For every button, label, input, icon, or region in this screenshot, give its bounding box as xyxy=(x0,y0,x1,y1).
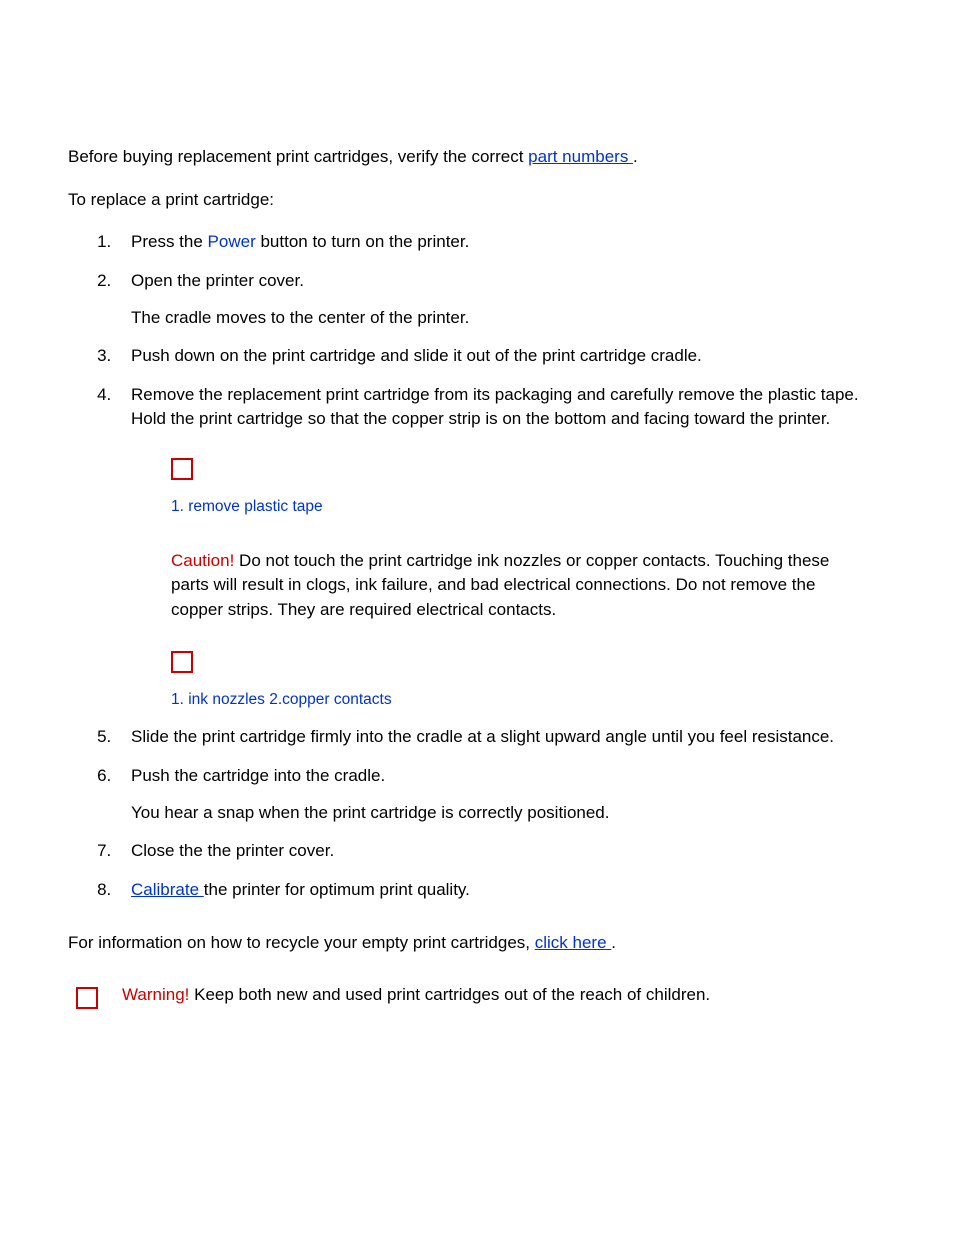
warning-label: Warning! xyxy=(122,985,189,1004)
step-4-text: Remove the replacement print cartridge f… xyxy=(131,385,859,429)
figure-2: 1. ink nozzles 2.copper contacts xyxy=(131,651,886,712)
step-3: Push down on the print cartridge and sli… xyxy=(116,344,886,369)
warning-block: Warning! Keep both new and used print ca… xyxy=(68,983,886,1009)
recycle-pre: For information on how to recycle your e… xyxy=(68,933,535,952)
step-4: Remove the replacement print cartridge f… xyxy=(116,383,886,711)
step-6-sub: You hear a snap when the print cartridge… xyxy=(131,801,886,826)
figure-1-caption: 1. remove plastic tape xyxy=(171,498,323,515)
part-numbers-link[interactable]: part numbers xyxy=(528,147,633,166)
figure-1: 1. remove plastic tape xyxy=(131,458,886,519)
intro-text-before: Before buying replacement print cartridg… xyxy=(68,147,528,166)
step-1-pre: Press the xyxy=(131,232,208,251)
step-6: Push the cartridge into the cradle. You … xyxy=(116,764,886,825)
intro-text-after: . xyxy=(633,147,638,166)
step-1: Press the Power button to turn on the pr… xyxy=(116,230,886,255)
figure-2-caption: 1. ink nozzles 2.copper contacts xyxy=(171,691,392,708)
step-2-text: Open the printer cover. xyxy=(131,271,304,290)
step-1-post: button to turn on the printer. xyxy=(256,232,470,251)
calibrate-link[interactable]: Calibrate xyxy=(131,880,204,899)
step-2: Open the printer cover. The cradle moves… xyxy=(116,269,886,330)
recycle-paragraph: For information on how to recycle your e… xyxy=(68,931,886,956)
intro-paragraph: Before buying replacement print cartridg… xyxy=(68,145,886,170)
step-6-text: Push the cartridge into the cradle. xyxy=(131,766,385,785)
caution-text: Do not touch the print cartridge ink noz… xyxy=(171,551,829,619)
caution-label: Caution! xyxy=(171,551,234,570)
step-7: Close the the printer cover. xyxy=(116,839,886,864)
steps-list: Press the Power button to turn on the pr… xyxy=(68,230,886,902)
power-term: Power xyxy=(208,232,256,251)
step-5: Slide the print cartridge firmly into th… xyxy=(116,725,886,750)
lead-paragraph: To replace a print cartridge: xyxy=(68,188,886,213)
warning-text-container: Warning! Keep both new and used print ca… xyxy=(122,983,886,1008)
warning-icon xyxy=(76,987,98,1009)
figure-1-image-placeholder xyxy=(171,458,193,480)
click-here-link[interactable]: click here xyxy=(535,933,612,952)
step-2-sub: The cradle moves to the center of the pr… xyxy=(131,306,886,331)
figure-2-image-placeholder xyxy=(171,651,193,673)
caution-block: Caution! Do not touch the print cartridg… xyxy=(131,549,886,623)
recycle-post: . xyxy=(611,933,616,952)
step-8-post: the printer for optimum print quality. xyxy=(204,880,470,899)
step-8: Calibrate the printer for optimum print … xyxy=(116,878,886,903)
warning-body: Keep both new and used print cartridges … xyxy=(189,985,710,1004)
